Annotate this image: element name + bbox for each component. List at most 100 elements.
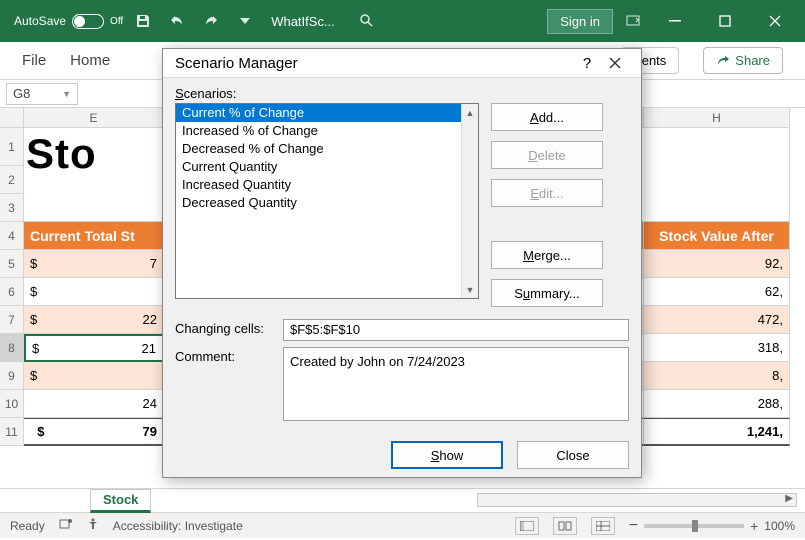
- zoom-percent[interactable]: 100%: [764, 519, 795, 533]
- cell-total[interactable]: $$79: [24, 418, 164, 446]
- cell[interactable]: 92,: [644, 250, 790, 278]
- name-box[interactable]: G8 ▼: [6, 83, 78, 105]
- cell[interactable]: [644, 166, 790, 194]
- delete-button[interactable]: Delete: [491, 141, 603, 169]
- row-header[interactable]: 10: [0, 390, 24, 418]
- show-button[interactable]: Show: [391, 441, 503, 469]
- view-normal-icon[interactable]: [515, 517, 539, 535]
- macro-record-icon[interactable]: [59, 517, 73, 534]
- window-title: WhatIfSc...: [271, 14, 335, 29]
- close-button[interactable]: [753, 0, 797, 42]
- sheet-tab-bar: Stock: [0, 488, 805, 512]
- row-header[interactable]: 7: [0, 306, 24, 334]
- cell[interactable]: 24: [24, 390, 164, 418]
- merge-button[interactable]: Merge...: [491, 241, 603, 269]
- share-button[interactable]: Share: [703, 47, 783, 74]
- cell[interactable]: 288,: [644, 390, 790, 418]
- cell[interactable]: $: [24, 362, 164, 390]
- name-box-value: G8: [13, 86, 30, 101]
- save-icon[interactable]: [129, 7, 157, 35]
- maximize-button[interactable]: [703, 0, 747, 42]
- zoom-slider[interactable]: [644, 524, 744, 528]
- scroll-down-icon[interactable]: ▼: [462, 281, 478, 298]
- row-headers: 1 2 3 4 5 6 7 8 9 10 11: [0, 128, 24, 446]
- cell[interactable]: 8,: [644, 362, 790, 390]
- cell[interactable]: $7: [24, 250, 164, 278]
- cell[interactable]: 318,: [644, 334, 790, 362]
- list-item[interactable]: Increased Quantity: [176, 176, 478, 194]
- row-header[interactable]: 11: [0, 418, 24, 446]
- row-header[interactable]: 3: [0, 194, 24, 222]
- row-header[interactable]: 9: [0, 362, 24, 390]
- row-header[interactable]: 4: [0, 222, 24, 250]
- scenario-manager-dialog: Scenario Manager ? Scenarios: Current % …: [162, 48, 642, 478]
- search-icon[interactable]: [353, 7, 381, 35]
- cell[interactable]: $: [24, 278, 164, 306]
- cell[interactable]: 472,: [644, 306, 790, 334]
- column-header-e[interactable]: Current Total St: [24, 222, 164, 250]
- scenarios-label: Scenarios:: [175, 86, 629, 101]
- row-header[interactable]: 1: [0, 128, 24, 166]
- status-ready: Ready: [10, 519, 45, 533]
- accessibility-icon[interactable]: [87, 518, 99, 533]
- list-item[interactable]: Increased % of Change: [176, 122, 478, 140]
- share-label: Share: [735, 53, 770, 68]
- autosave-group: AutoSave Off: [14, 14, 123, 29]
- col-header-h[interactable]: H: [644, 108, 790, 128]
- autosave-label: AutoSave: [14, 14, 66, 28]
- listbox-scrollbar[interactable]: ▲ ▼: [461, 104, 478, 298]
- zoom-control: − + 100%: [629, 517, 795, 535]
- edit-button[interactable]: Edit...: [491, 179, 603, 207]
- row-header[interactable]: 2: [0, 166, 24, 194]
- minimize-button[interactable]: [653, 0, 697, 42]
- dialog-side-buttons: Add... Delete Edit... Merge... SSummary.…: [491, 103, 603, 307]
- scenarios-listbox[interactable]: Current % of Change Increased % of Chang…: [175, 103, 479, 299]
- row-header[interactable]: 8: [0, 334, 24, 362]
- changing-cells-label: Changing cells:: [175, 321, 275, 339]
- list-item[interactable]: Current % of Change: [176, 104, 478, 122]
- column-header-h[interactable]: Stock Value After: [644, 222, 790, 250]
- comment-value: Created by John on 7/24/2023: [283, 347, 629, 421]
- undo-icon[interactable]: [163, 7, 191, 35]
- title-bar: AutoSave Off WhatIfSc... Sign in: [0, 0, 805, 42]
- horizontal-scrollbar[interactable]: [477, 493, 797, 507]
- add-button[interactable]: Add...: [491, 103, 603, 131]
- select-all-corner[interactable]: [0, 108, 24, 128]
- autosave-toggle[interactable]: [72, 14, 104, 29]
- comment-label: Comment:: [175, 349, 275, 419]
- view-page-layout-icon[interactable]: [553, 517, 577, 535]
- cell[interactable]: $21: [24, 334, 164, 362]
- summary-button[interactable]: SSummary...: [491, 279, 603, 307]
- list-item[interactable]: Current Quantity: [176, 158, 478, 176]
- dialog-help-button[interactable]: ?: [573, 49, 601, 77]
- signin-button[interactable]: Sign in: [547, 9, 613, 34]
- cell[interactable]: [644, 128, 790, 166]
- cell[interactable]: [24, 194, 164, 222]
- tab-home[interactable]: Home: [70, 52, 110, 69]
- cell[interactable]: [644, 194, 790, 222]
- zoom-in-button[interactable]: +: [750, 518, 758, 534]
- row-header[interactable]: 5: [0, 250, 24, 278]
- tab-file[interactable]: File: [22, 52, 46, 69]
- view-page-break-icon[interactable]: [591, 517, 615, 535]
- sheet-tab-stock[interactable]: Stock: [90, 489, 151, 513]
- qat-dropdown-icon[interactable]: [231, 7, 259, 35]
- cell[interactable]: $22: [24, 306, 164, 334]
- list-item[interactable]: Decreased % of Change: [176, 140, 478, 158]
- accessibility-label[interactable]: Accessibility: Investigate: [113, 519, 243, 533]
- zoom-out-button[interactable]: −: [629, 517, 638, 535]
- redo-icon[interactable]: [197, 7, 225, 35]
- row-header[interactable]: 6: [0, 278, 24, 306]
- list-item[interactable]: Decreased Quantity: [176, 194, 478, 212]
- dialog-close-button[interactable]: [601, 49, 629, 77]
- cell[interactable]: 62,: [644, 278, 790, 306]
- ribbon-display-icon[interactable]: [619, 7, 647, 35]
- scroll-up-icon[interactable]: ▲: [462, 104, 478, 121]
- chevron-down-icon: ▼: [62, 89, 71, 99]
- dialog-footer: Show Close: [163, 431, 641, 481]
- cell-total[interactable]: 1,241,: [644, 418, 790, 446]
- sheet-title-fragment: Sto: [26, 130, 97, 178]
- close-button-dialog[interactable]: Close: [517, 441, 629, 469]
- col-header-e[interactable]: E: [24, 108, 164, 128]
- status-bar: Ready Accessibility: Investigate − + 100…: [0, 512, 805, 538]
